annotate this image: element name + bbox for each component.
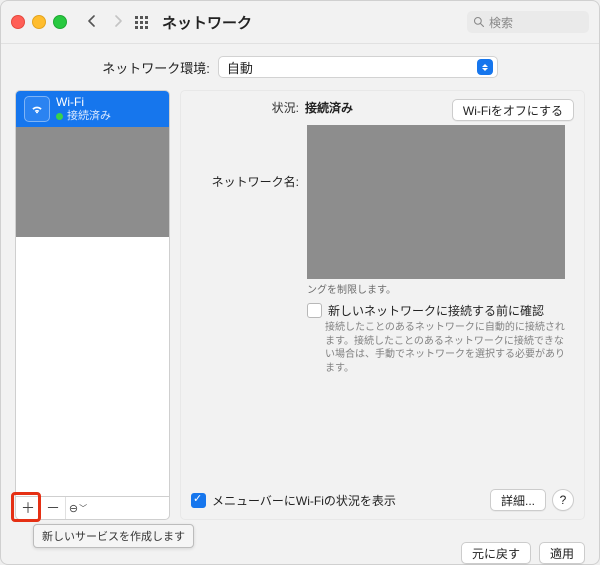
service-text: Wi-Fi 接続済み: [56, 95, 111, 123]
service-list-empty: [16, 237, 169, 496]
location-row: ネットワーク環境: 自動: [1, 44, 599, 90]
detail-panel: 状況: 接続済み Wi-Fiをオフにする ネットワーク名: ングを制限します。 …: [180, 90, 585, 520]
turn-wifi-off-button[interactable]: Wi-Fiをオフにする: [452, 99, 574, 121]
confirm-before-join-label: 新しいネットワークに接続する前に確認: [328, 302, 544, 319]
minimize-window-button[interactable]: [32, 15, 46, 29]
main-area: Wi-Fi 接続済み ＋ － ⊖﹀ 新しいサービスを作成します: [1, 90, 599, 534]
confirm-before-join-row: 新しいネットワークに接続する前に確認: [307, 302, 574, 319]
location-select[interactable]: 自動: [218, 56, 498, 78]
service-list: Wi-Fi 接続済み: [15, 90, 170, 497]
add-service-button[interactable]: ＋: [16, 497, 41, 519]
traffic-lights: [11, 15, 67, 29]
window-title: ネットワーク: [162, 12, 252, 33]
wifi-icon: [24, 96, 50, 122]
search-icon: [473, 16, 485, 28]
status-label: 状況:: [191, 99, 299, 116]
chevron-down-icon: ﹀: [79, 503, 87, 514]
advanced-button[interactable]: 詳細...: [490, 489, 546, 511]
confirm-before-join-note: 接続したことのあるネットワークに自動的に接続されます。接続したことのあるネットワ…: [325, 321, 565, 375]
search-input[interactable]: 検索: [467, 11, 589, 33]
network-name-label: ネットワーク名:: [191, 173, 299, 190]
location-label: ネットワーク環境:: [102, 58, 210, 77]
service-actions-button[interactable]: ⊖﹀: [66, 497, 90, 519]
show-in-menubar-label: メニューバーにWi-Fiの状況を表示: [212, 492, 396, 509]
show-all-icon[interactable]: [135, 16, 148, 29]
service-list-footer: ＋ － ⊖﹀: [15, 497, 170, 520]
service-status: 接続済み: [67, 110, 111, 123]
redacted-services: [16, 127, 169, 237]
search-placeholder: 検索: [489, 14, 513, 31]
select-stepper-icon: [477, 59, 493, 75]
detail-bottom-row: メニューバーにWi-Fiの状況を表示 詳細... ?: [191, 489, 574, 511]
confirm-before-join-checkbox[interactable]: [307, 303, 322, 318]
redacted-detail: [307, 125, 565, 279]
location-selected-value: 自動: [227, 58, 253, 77]
add-service-tooltip: 新しいサービスを作成します: [33, 524, 194, 548]
service-name: Wi-Fi: [56, 95, 111, 109]
forward-button[interactable]: [109, 15, 127, 29]
status-dot-icon: [56, 113, 63, 120]
zoom-window-button[interactable]: [53, 15, 67, 29]
revert-button[interactable]: 元に戻す: [461, 542, 531, 564]
status-value: 接続済み: [305, 99, 353, 116]
redacted-tail-text: ングを制限します。: [307, 281, 574, 296]
apply-button[interactable]: 適用: [539, 542, 585, 564]
back-button[interactable]: [83, 15, 101, 29]
show-in-menubar-checkbox[interactable]: [191, 493, 206, 508]
remove-service-button[interactable]: －: [41, 497, 66, 519]
help-button[interactable]: ?: [552, 489, 574, 511]
close-window-button[interactable]: [11, 15, 25, 29]
service-item-wifi[interactable]: Wi-Fi 接続済み: [16, 91, 169, 127]
show-in-menubar-row: メニューバーにWi-Fiの状況を表示: [191, 492, 396, 509]
sidebar: Wi-Fi 接続済み ＋ － ⊖﹀ 新しいサービスを作成します: [15, 90, 170, 520]
titlebar: ネットワーク 検索: [1, 1, 599, 44]
status-line: 状況: 接続済み Wi-Fiをオフにする: [191, 99, 574, 121]
network-prefs-window: ネットワーク 検索 ネットワーク環境: 自動 Wi-Fi: [0, 0, 600, 565]
